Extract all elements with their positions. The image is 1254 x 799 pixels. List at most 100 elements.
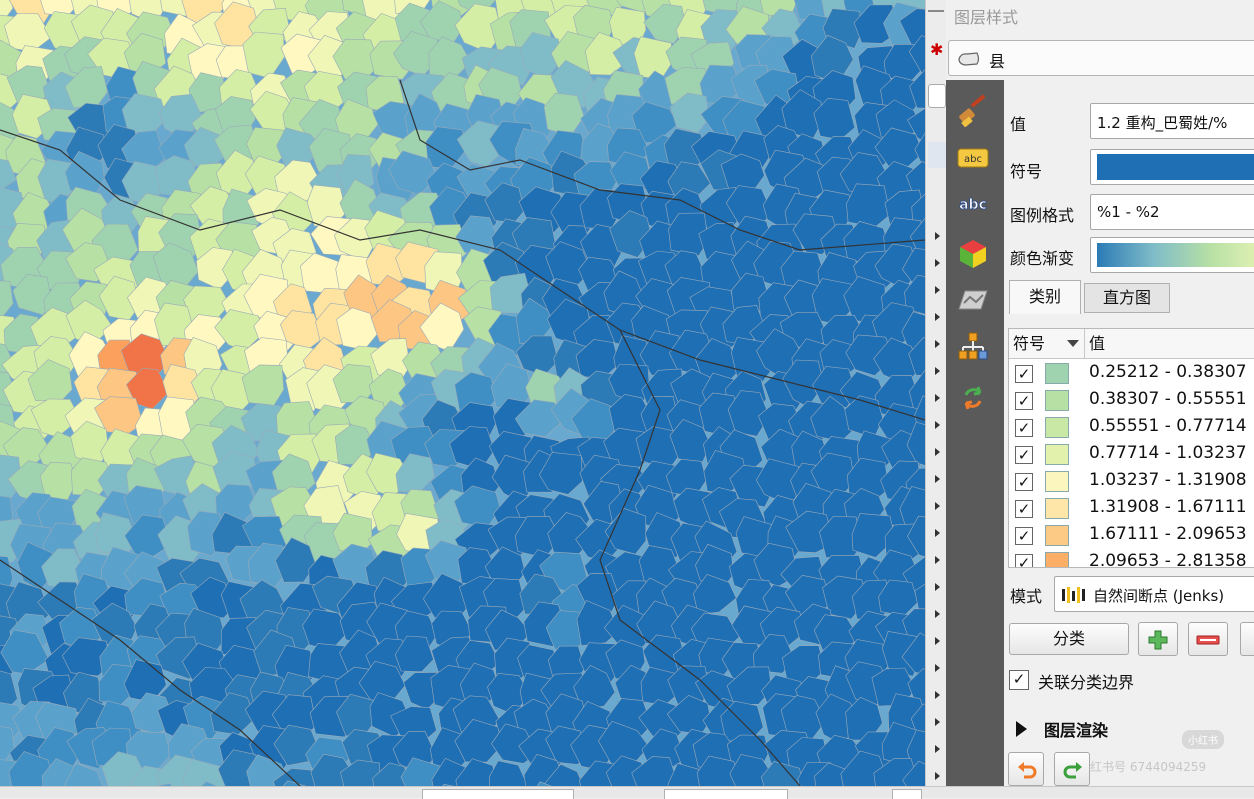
redo-button[interactable] <box>1054 752 1090 786</box>
class-checkbox[interactable]: ✓ <box>1015 392 1033 410</box>
tree-expand-arrow-icon[interactable] <box>935 232 940 240</box>
labels-icon[interactable]: abc <box>955 140 991 176</box>
class-range-value[interactable]: 1.31908 - 1.67111 <box>1089 497 1247 517</box>
mode-combo[interactable]: 自然间断点 (Jenks) <box>1054 576 1254 612</box>
value-field-combo[interactable]: 1.2 重构_巴蜀姓/% <box>1090 103 1254 139</box>
class-row[interactable]: ✓ 0.38307 - 0.55551 <box>1009 387 1254 414</box>
tree-expand-arrow-icon[interactable] <box>935 691 940 699</box>
tree-expand-arrow-icon[interactable] <box>935 664 940 672</box>
class-range-value[interactable]: 0.38307 - 0.55551 <box>1089 389 1247 409</box>
class-range-value[interactable]: 2.09653 - 2.81358 <box>1089 551 1247 568</box>
tree-expand-arrow-icon[interactable] <box>935 367 940 375</box>
tree-expand-arrow-icon[interactable] <box>935 340 940 348</box>
class-color-swatch[interactable] <box>1045 552 1069 568</box>
selected-layer-row[interactable] <box>928 142 946 168</box>
column-header-value[interactable]: 值 <box>1085 329 1254 359</box>
class-checkbox[interactable]: ✓ <box>1015 446 1033 464</box>
svg-text:abc: abc <box>964 154 982 165</box>
class-checkbox[interactable]: ✓ <box>1015 554 1033 568</box>
search-field-edge[interactable] <box>928 84 946 108</box>
minus-icon <box>1196 634 1220 646</box>
remove-class-button[interactable] <box>1188 622 1228 656</box>
diagrams-icon[interactable] <box>955 282 991 318</box>
class-range-value[interactable]: 0.77714 - 1.03237 <box>1089 443 1247 463</box>
class-row[interactable]: ✓ 1.31908 - 1.67111 <box>1009 495 1254 522</box>
value-label: 值 <box>1010 111 1026 135</box>
county-polygon[interactable] <box>0 281 13 320</box>
class-row[interactable]: ✓ 2.09653 - 2.81358 <box>1009 549 1254 568</box>
tree-expand-arrow-icon[interactable] <box>935 313 940 321</box>
3d-view-icon[interactable] <box>955 236 991 272</box>
class-row[interactable]: ✓ 1.03237 - 1.31908 <box>1009 468 1254 495</box>
class-color-swatch[interactable] <box>1045 390 1069 411</box>
column-header-symbol[interactable]: 符号 <box>1009 329 1085 359</box>
layer-rendering-label[interactable]: 图层渲染 <box>1044 717 1108 741</box>
class-color-swatch[interactable] <box>1045 498 1069 519</box>
legend-format-input[interactable]: %1 - %2 <box>1090 194 1254 230</box>
class-color-swatch[interactable] <box>1045 471 1069 492</box>
class-color-swatch[interactable] <box>1045 525 1069 546</box>
classify-button[interactable]: 分类 <box>1009 623 1129 655</box>
class-row[interactable]: ✓ 1.67111 - 2.09653 <box>1009 522 1254 549</box>
class-color-swatch[interactable] <box>1045 444 1069 465</box>
class-checkbox[interactable]: ✓ <box>1015 365 1033 383</box>
class-range-value[interactable]: 1.03237 - 1.31908 <box>1089 470 1247 490</box>
link-class-bounds-label: 关联分类边界 <box>1038 669 1134 693</box>
symbol-button[interactable] <box>1090 149 1254 185</box>
class-checkbox[interactable]: ✓ <box>1015 473 1033 491</box>
expand-arrow-icon[interactable] <box>1016 721 1027 737</box>
tab-classes[interactable]: 类别 <box>1009 280 1081 314</box>
tree-expand-arrow-icon[interactable] <box>935 772 940 780</box>
class-row[interactable]: ✓ 0.55551 - 0.77714 <box>1009 414 1254 441</box>
class-checkbox[interactable]: ✓ <box>1015 500 1033 518</box>
symbology-brush-icon[interactable] <box>955 92 991 128</box>
watermark-logo: 小红书 <box>1182 730 1224 749</box>
county-polygon[interactable] <box>243 32 285 78</box>
svg-text:abc: abc <box>959 197 987 213</box>
county-polygon[interactable] <box>489 761 530 786</box>
county-polygon[interactable] <box>544 93 584 136</box>
class-range-value[interactable]: 0.55551 - 0.77714 <box>1089 416 1247 436</box>
masks-icon[interactable]: abc <box>955 186 991 222</box>
class-row[interactable]: ✓ 0.25212 - 0.38307 <box>1009 360 1254 387</box>
tree-expand-arrow-icon[interactable] <box>935 610 940 618</box>
class-checkbox[interactable]: ✓ <box>1015 419 1033 437</box>
tree-expand-arrow-icon[interactable] <box>935 637 940 645</box>
tree-expand-arrow-icon[interactable] <box>935 394 940 402</box>
color-ramp-button[interactable] <box>1090 237 1254 273</box>
class-row[interactable]: ✓ 0.77714 - 1.03237 <box>1009 441 1254 468</box>
tree-expand-arrow-icon[interactable] <box>935 286 940 294</box>
class-color-swatch[interactable] <box>1045 417 1069 438</box>
tree-expand-arrow-icon[interactable] <box>935 556 940 564</box>
layer-selector[interactable]: 县 <box>948 40 1254 76</box>
tree-expand-arrow-icon[interactable] <box>935 421 940 429</box>
advanced-button[interactable] <box>1240 622 1254 656</box>
tree-expand-arrow-icon[interactable] <box>935 448 940 456</box>
layers-panel-edge: ✱ <box>925 0 946 786</box>
add-class-button[interactable] <box>1138 622 1178 656</box>
undo-button[interactable] <box>1008 752 1044 786</box>
class-range-value[interactable]: 0.25212 - 0.38307 <box>1089 362 1247 382</box>
class-range-value[interactable]: 1.67111 - 2.09653 <box>1089 524 1247 544</box>
tree-expand-arrow-icon[interactable] <box>935 475 940 483</box>
class-table[interactable]: 符号 值 ✓ 0.25212 - 0.38307 ✓ 0.38307 - 0.5555… <box>1008 328 1254 568</box>
link-class-bounds-checkbox[interactable]: ✓ <box>1009 670 1029 690</box>
color-ramp-label: 颜色渐变 <box>1010 245 1074 269</box>
tree-expand-arrow-icon[interactable] <box>935 718 940 726</box>
legend-format-label: 图例格式 <box>1010 202 1074 226</box>
symbol-label: 符号 <box>1010 158 1042 182</box>
tree-expand-arrow-icon[interactable] <box>935 259 940 267</box>
history-icon[interactable] <box>955 380 991 416</box>
tab-histogram[interactable]: 直方图 <box>1084 283 1170 313</box>
tree-expand-arrow-icon[interactable] <box>935 583 940 591</box>
fields-icon[interactable] <box>955 330 991 366</box>
choropleth-map[interactable] <box>0 0 925 786</box>
status-bar <box>0 786 1254 798</box>
tree-expand-arrow-icon[interactable] <box>935 502 940 510</box>
class-color-swatch[interactable] <box>1045 363 1069 384</box>
tree-expand-arrow-icon[interactable] <box>935 529 940 537</box>
map-canvas[interactable] <box>0 0 925 786</box>
class-checkbox[interactable]: ✓ <box>1015 527 1033 545</box>
county-polygon[interactable] <box>846 184 890 228</box>
tree-expand-arrow-icon[interactable] <box>935 745 940 753</box>
